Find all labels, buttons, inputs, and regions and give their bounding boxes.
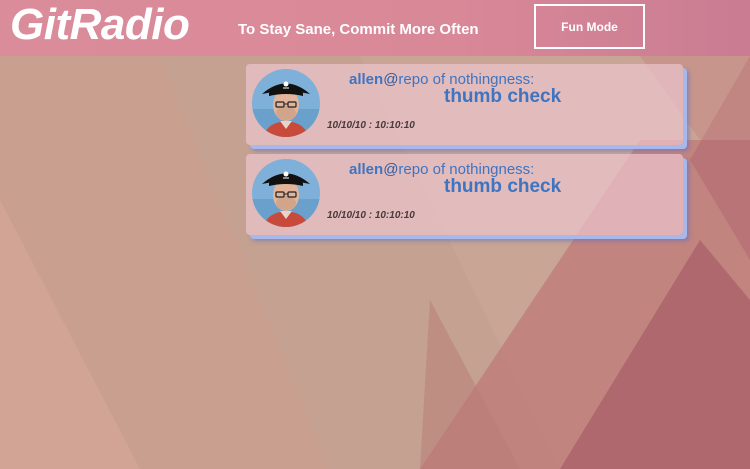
pirate-avatar-icon xyxy=(252,159,320,227)
top-bar: GitRadio To Stay Sane, Commit More Often… xyxy=(0,0,750,56)
at-sign: @ xyxy=(383,161,399,178)
commit-message: thumb check xyxy=(444,86,562,107)
fun-mode-button[interactable]: Fun Mode xyxy=(534,4,645,49)
tagline: To Stay Sane, Commit More Often xyxy=(238,21,479,38)
commit-feed: allen@repo of nothingness: thumb check 1… xyxy=(246,64,686,244)
author-name[interactable]: allen xyxy=(349,71,383,88)
commit-card: allen@repo of nothingness: thumb check 1… xyxy=(246,64,683,145)
at-sign: @ xyxy=(383,71,399,88)
app-logo[interactable]: GitRadio xyxy=(10,1,190,49)
author-name[interactable]: allen xyxy=(349,161,383,178)
commit-timestamp: 10/10/10 : 10:10:10 xyxy=(327,120,415,131)
commit-message: thumb check xyxy=(444,176,562,197)
commit-card: allen@repo of nothingness: thumb check 1… xyxy=(246,154,683,235)
pirate-avatar-icon xyxy=(252,69,320,137)
commit-timestamp: 10/10/10 : 10:10:10 xyxy=(327,210,415,221)
